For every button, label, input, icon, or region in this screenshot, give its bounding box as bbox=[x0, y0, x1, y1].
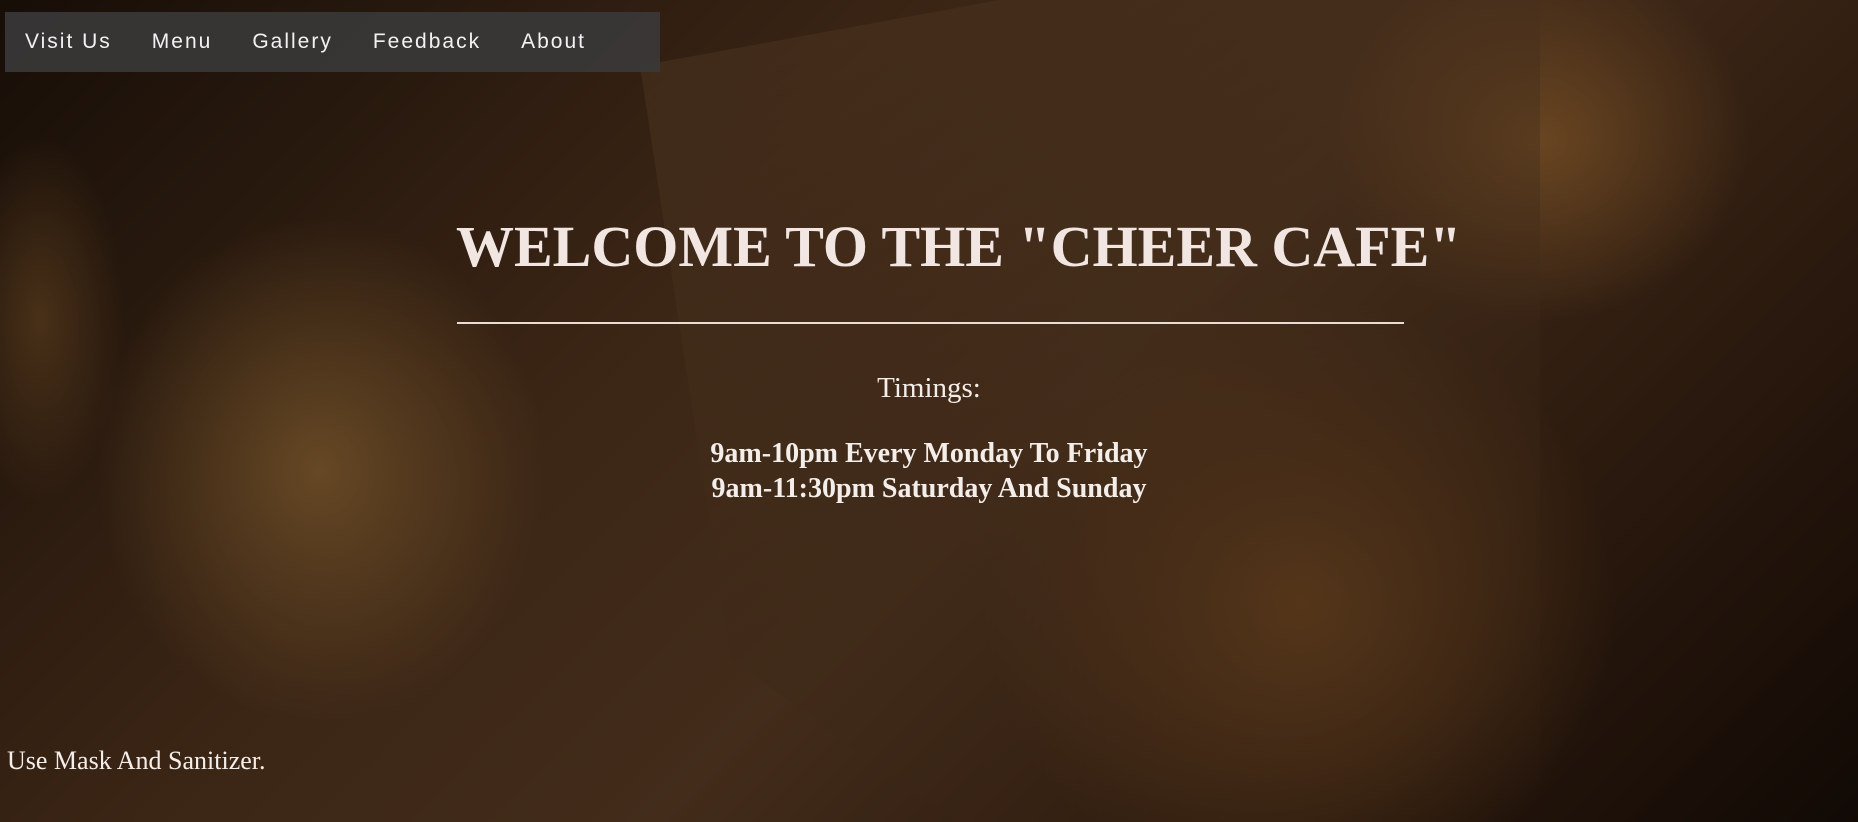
timing-weekdays: 9am-10pm Every Monday To Friday bbox=[710, 438, 1148, 469]
timings-label: Timings: bbox=[877, 372, 981, 404]
page-title: WELCOME TO THE "CHEER CAFE" bbox=[456, 214, 1462, 279]
nav-link-gallery[interactable]: Gallery bbox=[232, 30, 353, 54]
safety-notice: Use Mask And Sanitizer. bbox=[7, 746, 266, 775]
nav-link-visit-us[interactable]: Visit Us bbox=[5, 30, 132, 54]
nav-link-menu[interactable]: Menu bbox=[132, 30, 233, 54]
hero-section: Visit Us Menu Gallery Feedback About WEL… bbox=[0, 0, 1858, 822]
title-divider bbox=[457, 322, 1404, 324]
nav-link-feedback[interactable]: Feedback bbox=[353, 30, 501, 54]
timing-weekends: 9am-11:30pm Saturday And Sunday bbox=[711, 473, 1147, 504]
top-navigation: Visit Us Menu Gallery Feedback About bbox=[5, 12, 660, 72]
nav-link-about[interactable]: About bbox=[501, 30, 606, 54]
background-overlay bbox=[0, 0, 1858, 822]
